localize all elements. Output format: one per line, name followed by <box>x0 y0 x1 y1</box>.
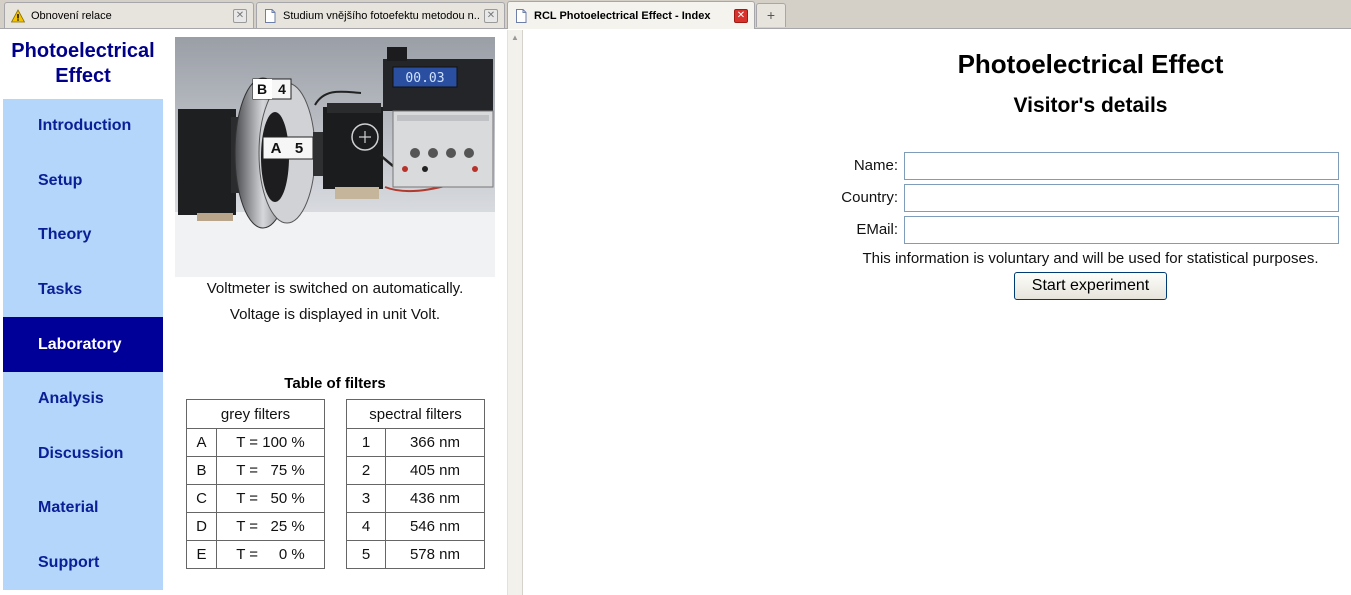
sidebar-item-discussion[interactable]: Discussion <box>3 426 163 482</box>
tab-rcl-index[interactable]: RCL Photoelectrical Effect - Index ✕ <box>507 1 755 29</box>
table-row: C T = 50 % <box>186 484 325 513</box>
tab-study-photoeffect[interactable]: Studium vnějšího fotoefektu metodou n...… <box>256 2 505 28</box>
tab-label: Studium vnějšího fotoefektu metodou n... <box>283 9 480 22</box>
page-subtitle: Visitor's details <box>1013 94 1168 117</box>
filter-value: T = 25 % <box>216 512 325 541</box>
spectral-filters-table: spectral filters 1 366 nm 2 405 nm 3 436… <box>346 399 485 569</box>
filter-value: T = 100 % <box>216 428 325 457</box>
country-label: Country: <box>841 189 898 206</box>
apparatus-illustration: B 4 A 5 00.03 <box>175 37 495 277</box>
sidebar-item-material[interactable]: Material <box>3 481 163 536</box>
tab-label: RCL Photoelectrical Effect - Index <box>534 9 711 22</box>
page-title: Photoelectrical Effect <box>957 49 1224 79</box>
table-row: 2 405 nm <box>346 456 485 485</box>
tab-session-restore[interactable]: Obnovení relace ✕ <box>4 2 254 28</box>
filter-value: T = 0 % <box>216 540 325 569</box>
filter-value: 546 nm <box>385 512 485 541</box>
right-frame: Photoelectrical Effect Visitor's details… <box>523 30 1351 595</box>
left-frame: Photoelectrical Effect Introduction Setu… <box>0 30 507 595</box>
wheel-label-bottom-letter: A <box>271 140 282 157</box>
table-row: D T = 25 % <box>186 512 325 541</box>
spectral-filters-header: spectral filters <box>346 399 485 429</box>
filters-table-title: Table of filters <box>284 375 386 392</box>
filter-id: E <box>186 540 217 569</box>
filter-value: T = 50 % <box>216 484 325 513</box>
browser-tab-bar: Obnovení relace ✕ Studium vnějšího fotoe… <box>0 0 1351 29</box>
sidebar-item-setup[interactable]: Setup <box>3 153 163 209</box>
filter-id: B <box>186 456 217 485</box>
left-frame-scrollbar[interactable]: ▲ <box>507 30 523 595</box>
name-label: Name: <box>853 157 898 174</box>
sidebar-item-laboratory[interactable]: Laboratory <box>3 317 163 372</box>
table-row: 1 366 nm <box>346 428 485 457</box>
filter-id: 2 <box>346 456 386 485</box>
privacy-note: This information is voluntary and will b… <box>862 250 1319 267</box>
table-row: 5 578 nm <box>346 540 485 569</box>
filter-value: 405 nm <box>385 456 485 485</box>
country-input[interactable] <box>904 184 1339 212</box>
sidebar-item-tasks[interactable]: Tasks <box>3 262 163 318</box>
filter-id: 4 <box>346 512 386 541</box>
close-icon[interactable]: ✕ <box>484 8 498 23</box>
filter-id: 1 <box>346 428 386 457</box>
filter-id: C <box>186 484 217 513</box>
page-icon <box>265 8 276 23</box>
start-experiment-button[interactable]: Start experiment <box>1014 272 1167 300</box>
filter-value: 578 nm <box>385 540 485 569</box>
close-icon[interactable]: ✕ <box>233 8 247 23</box>
table-row: 3 436 nm <box>346 484 485 513</box>
scroll-up-arrow-icon[interactable]: ▲ <box>508 31 522 45</box>
email-label: EMail: <box>856 221 898 238</box>
filter-value: 436 nm <box>385 484 485 513</box>
voltmeter-display: 00.03 <box>405 71 444 86</box>
sidebar-item-analysis[interactable]: Analysis <box>3 371 163 427</box>
tab-label: Obnovení relace <box>31 9 112 22</box>
page-icon <box>516 8 527 23</box>
site-brand: Photoelectrical Effect <box>3 30 163 99</box>
grey-filters-table: grey filters A T = 100 % B T = 75 % C T … <box>186 399 325 569</box>
grey-filters-header: grey filters <box>186 399 325 429</box>
sidebar-item-theory[interactable]: Theory <box>3 208 163 263</box>
apparatus-caption-voltmeter: Voltmeter is switched on automatically. <box>206 280 464 297</box>
table-row: A T = 100 % <box>186 428 325 457</box>
table-header-row: grey filters <box>186 399 325 429</box>
sidebar-nav: Photoelectrical Effect Introduction Setu… <box>3 30 163 595</box>
table-row: E T = 0 % <box>186 540 325 569</box>
wheel-label-bottom-number: 5 <box>295 140 303 157</box>
filter-value: T = 75 % <box>216 456 325 485</box>
new-tab-button[interactable]: + <box>756 3 786 27</box>
filter-id: 3 <box>346 484 386 513</box>
apparatus-photo: B 4 A 5 00.03 <box>175 37 495 277</box>
wheel-label-top-letter: B <box>257 81 267 97</box>
filter-id: 5 <box>346 540 386 569</box>
name-input[interactable] <box>904 152 1339 180</box>
close-icon[interactable]: ✕ <box>734 8 748 23</box>
filter-id: D <box>186 512 217 541</box>
table-row: 4 546 nm <box>346 512 485 541</box>
sidebar-item-introduction[interactable]: Introduction <box>3 99 163 154</box>
apparatus-caption-unit: Voltage is displayed in unit Volt. <box>229 306 441 323</box>
warning-icon <box>11 8 25 22</box>
wheel-label-top-number: 4 <box>278 81 286 97</box>
filter-id: A <box>186 428 217 457</box>
email-input[interactable] <box>904 216 1339 244</box>
filter-value: 366 nm <box>385 428 485 457</box>
table-header-row: spectral filters <box>346 399 485 429</box>
sidebar-item-support[interactable]: Support <box>3 535 163 591</box>
table-row: B T = 75 % <box>186 456 325 485</box>
